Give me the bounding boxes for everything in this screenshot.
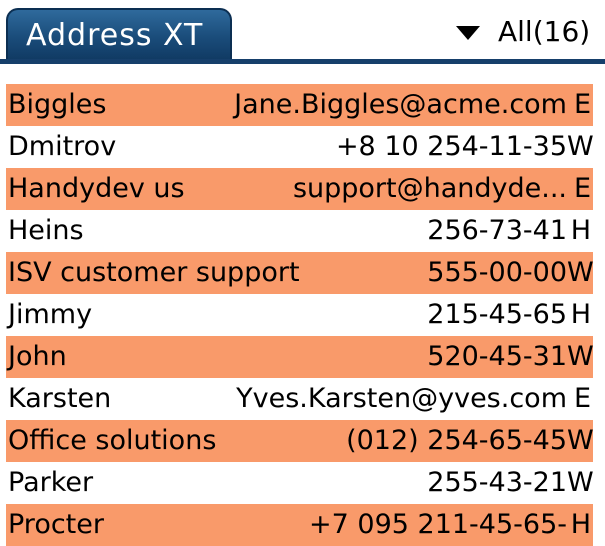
contact-row[interactable]: Biggles Jane.Biggles@acme.com E [6,84,593,126]
contact-name: Biggles [8,89,107,120]
contact-name: Jimmy [8,299,93,330]
contact-type: W [567,467,594,498]
contact-value: +8 10 254-11-35 [335,131,567,162]
app-title-tab[interactable]: Address XT [6,8,232,60]
contact-row[interactable]: Office solutions (012) 254-65-45 W [6,420,594,462]
contact-row[interactable]: Karsten Yves.Karsten@yves.com E [6,378,593,420]
app-title: Address XT [26,18,204,53]
contact-type: H [570,299,591,330]
contact-row[interactable]: Heins 256-73-41 H [6,210,593,252]
contact-type: E [573,173,591,204]
contact-value: support@handyde... [292,173,567,204]
contact-type: H [570,509,591,540]
contact-type: W [567,425,594,456]
contact-type: W [567,131,594,162]
contact-value: (012) 254-65-45 [346,425,567,456]
contact-name: Heins [8,215,84,246]
contact-type: E [573,383,591,414]
contact-type: W [567,341,594,372]
title-bar: Address XT All(16) [0,0,605,64]
contact-name: Office solutions [8,425,217,456]
contact-value: Jane.Biggles@acme.com [234,89,567,120]
triangle-down-icon [456,26,480,40]
contact-row[interactable]: ISV customer support 555-00-00 W [6,252,594,294]
contact-value: +7 095 211-45-65- [309,509,567,540]
contact-name: Procter [8,509,104,540]
contact-value: 215-45-65 [427,299,567,330]
contact-value: 520-45-31 [427,341,567,372]
contact-type: H [570,215,591,246]
contact-list: Biggles Jane.Biggles@acme.com E Dmitrov … [6,84,594,546]
contact-row[interactable]: Jimmy 215-45-65 H [6,294,593,336]
contact-name: Karsten [8,383,112,414]
contact-name: ISV customer support [8,257,300,288]
contact-row[interactable]: Parker 255-43-21 W [6,462,594,504]
contact-row[interactable]: Procter +7 095 211-45-65- H [6,504,593,546]
contact-type: E [573,89,591,120]
contact-value: Yves.Karsten@yves.com [236,383,567,414]
contact-value: 256-73-41 [427,215,567,246]
contact-row[interactable]: John 520-45-31 W [6,336,594,378]
contact-name: John [8,341,67,372]
contact-type: W [567,257,594,288]
contact-name: Parker [8,467,94,498]
contact-name: Handydev us [8,173,185,204]
contact-value: 555-00-00 [427,257,567,288]
contact-value: 255-43-21 [427,467,567,498]
contact-row[interactable]: Dmitrov +8 10 254-11-35 W [6,126,594,168]
category-picker[interactable]: All(16) [452,12,602,52]
contact-name: Dmitrov [8,131,117,162]
contact-row[interactable]: Handydev us support@handyde... E [6,168,593,210]
title-divider [0,59,605,64]
category-label: All(16) [498,15,591,48]
